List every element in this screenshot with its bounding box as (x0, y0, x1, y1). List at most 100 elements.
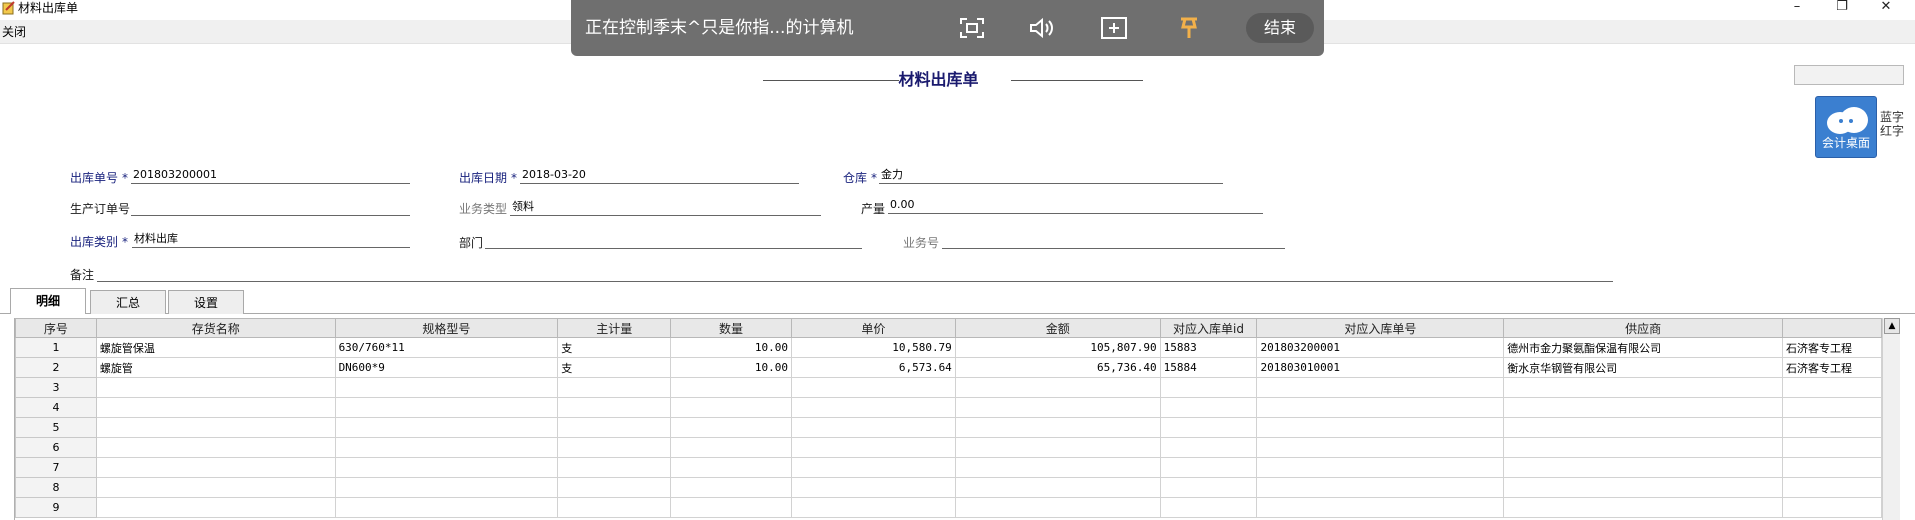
table-cell[interactable] (1503, 397, 1783, 418)
table-cell[interactable] (1256, 477, 1505, 498)
business-no-field[interactable] (942, 233, 1285, 249)
table-row[interactable]: 1 螺旋管保温 630/760*11 支 10.00 10,580.79 105,807.9… (15, 337, 1882, 358)
table-cell[interactable]: 衡水京华钢管有限公司 (1503, 357, 1783, 378)
table-cell[interactable] (95, 397, 336, 418)
end-remote-button[interactable]: 结束 (1246, 13, 1314, 43)
table-cell[interactable] (334, 417, 559, 438)
table-cell[interactable]: 630/760*11 (334, 337, 559, 358)
table-cell[interactable] (1256, 377, 1505, 398)
table-cell[interactable] (1781, 457, 1882, 478)
tab-detail[interactable]: 明细 (10, 288, 86, 314)
table-cell[interactable]: 6,573.64 (790, 357, 956, 378)
output-field[interactable]: 0.00 (888, 198, 1263, 214)
table-cell[interactable] (1159, 497, 1258, 518)
table-row[interactable]: 3 (15, 377, 1882, 398)
fullscreen-icon[interactable] (957, 14, 987, 42)
table-row[interactable]: 8 (15, 477, 1882, 498)
table-cell[interactable] (1781, 377, 1882, 398)
table-cell[interactable] (557, 437, 672, 458)
table-cell[interactable] (954, 417, 1161, 438)
table-cell[interactable] (1503, 377, 1783, 398)
column-header[interactable]: 对应入库单号 (1256, 318, 1505, 338)
table-row[interactable]: 5 (15, 417, 1882, 438)
tab-settings[interactable]: 设置 (168, 290, 244, 314)
table-row[interactable]: 6 (15, 437, 1882, 458)
table-cell[interactable] (1781, 437, 1882, 458)
table-cell[interactable] (670, 417, 792, 438)
business-type-field[interactable]: 领料 (510, 200, 821, 216)
table-cell[interactable]: 15883 (1159, 337, 1258, 358)
table-cell[interactable] (95, 377, 336, 398)
table-cell[interactable] (1503, 417, 1783, 438)
table-cell[interactable] (790, 397, 956, 418)
table-cell[interactable] (954, 377, 1161, 398)
table-cell[interactable] (670, 497, 792, 518)
table-cell[interactable]: 石济客专工程 (1781, 357, 1882, 378)
table-cell[interactable] (557, 497, 672, 518)
table-cell[interactable]: 10.00 (670, 357, 792, 378)
table-cell[interactable] (334, 457, 559, 478)
table-cell[interactable]: 201803010001 (1256, 357, 1505, 378)
table-cell[interactable] (790, 437, 956, 458)
table-cell[interactable]: DN600*9 (334, 357, 559, 378)
table-cell[interactable] (1159, 377, 1258, 398)
table-cell[interactable] (1159, 437, 1258, 458)
table-cell[interactable] (1503, 457, 1783, 478)
table-cell[interactable] (1503, 497, 1783, 518)
table-cell[interactable] (557, 417, 672, 438)
table-cell[interactable] (954, 397, 1161, 418)
table-cell[interactable] (557, 457, 672, 478)
table-cell[interactable] (95, 457, 336, 478)
table-cell[interactable] (334, 437, 559, 458)
right-top-field[interactable] (1794, 65, 1904, 85)
menu-close[interactable]: 关闭 (2, 24, 26, 40)
table-cell[interactable] (334, 397, 559, 418)
table-cell[interactable] (1256, 417, 1505, 438)
table-cell[interactable] (790, 497, 956, 518)
table-cell[interactable]: 10,580.79 (790, 337, 956, 358)
table-cell[interactable] (95, 437, 336, 458)
table-cell[interactable] (334, 477, 559, 498)
column-header[interactable]: 对应入库单id (1159, 318, 1258, 338)
maximize-button[interactable]: ❐ (1822, 0, 1862, 16)
table-cell[interactable]: 石济客专工程 (1781, 337, 1882, 358)
table-cell[interactable] (670, 437, 792, 458)
plus-box-icon[interactable] (1099, 14, 1129, 42)
table-cell[interactable]: 65,736.40 (954, 357, 1161, 378)
table-cell[interactable] (334, 497, 559, 518)
table-cell[interactable]: 105,807.90 (954, 337, 1161, 358)
sound-icon[interactable] (1026, 14, 1056, 42)
table-cell[interactable] (95, 417, 336, 438)
table-row[interactable]: 9 (15, 497, 1882, 518)
table-cell[interactable] (1159, 397, 1258, 418)
column-header[interactable]: 序号 (15, 318, 97, 338)
grid-vertical-scrollbar[interactable]: ▲ (1882, 318, 1900, 520)
table-cell[interactable] (334, 377, 559, 398)
outbound-no-field[interactable]: 201803200001 (131, 168, 410, 184)
warehouse-field[interactable]: 金力 (879, 168, 1223, 184)
table-cell[interactable]: 螺旋管保温 (95, 337, 336, 358)
remark-field[interactable] (97, 266, 1613, 282)
table-cell[interactable] (1256, 457, 1505, 478)
table-cell[interactable] (95, 477, 336, 498)
column-header[interactable]: 供应商 (1503, 318, 1783, 338)
table-cell[interactable] (1781, 417, 1882, 438)
table-cell[interactable]: 201803200001 (1256, 337, 1505, 358)
column-header[interactable]: 单价 (790, 318, 956, 338)
scroll-up-arrow-icon[interactable]: ▲ (1884, 318, 1900, 334)
table-cell[interactable] (790, 457, 956, 478)
table-cell[interactable] (1503, 437, 1783, 458)
table-cell[interactable] (557, 377, 672, 398)
table-cell[interactable] (954, 437, 1161, 458)
column-header[interactable] (1781, 318, 1882, 338)
table-row[interactable]: 4 (15, 397, 1882, 418)
close-window-button[interactable]: ✕ (1866, 0, 1906, 16)
column-header[interactable]: 金额 (954, 318, 1161, 338)
production-order-field[interactable] (131, 200, 410, 216)
table-cell[interactable] (790, 377, 956, 398)
table-cell[interactable] (557, 477, 672, 498)
tab-summary[interactable]: 汇总 (90, 290, 166, 314)
table-cell[interactable] (1256, 497, 1505, 518)
accounting-desktop-button[interactable]: 会计桌面 (1815, 96, 1877, 158)
table-cell[interactable]: 支 (557, 337, 672, 358)
